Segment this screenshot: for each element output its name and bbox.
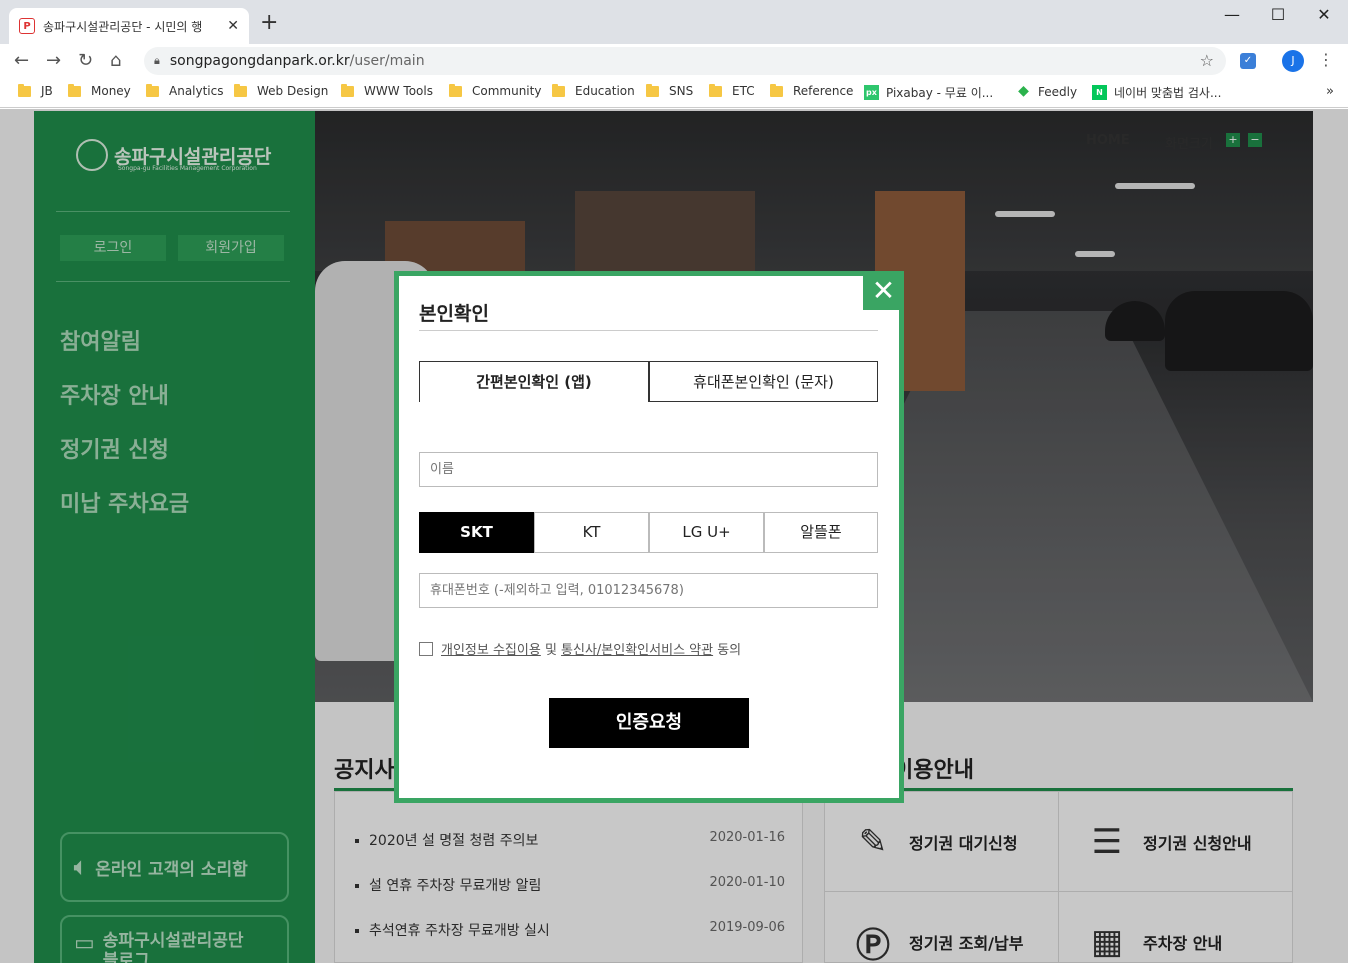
window-close-icon[interactable]: ✕: [1301, 4, 1347, 26]
naver-icon: N: [1092, 85, 1107, 100]
bookmark-folder[interactable]: Community: [449, 83, 541, 98]
carrier-lgu[interactable]: LG U+: [649, 512, 764, 553]
maximize-icon[interactable]: ☐: [1255, 4, 1301, 26]
minimize-icon[interactable]: —: [1209, 4, 1255, 26]
identity-verification-modal: 본인확인 간편본인확인 (앱) 휴대폰본인확인 (문자) SKT KT LG U…: [394, 271, 904, 803]
folder-icon: [709, 83, 722, 97]
bookmark-folder[interactable]: Education: [552, 83, 635, 98]
bookmark-folder[interactable]: JB: [18, 83, 53, 98]
bookmark-pixabay[interactable]: px Pixabay - 무료 이...: [864, 84, 993, 101]
reload-icon[interactable]: ↻: [78, 50, 93, 72]
folder-icon: [449, 83, 462, 97]
modal-close-button[interactable]: ✕: [863, 271, 904, 310]
bookmark-folder[interactable]: Web Design: [234, 83, 328, 98]
divider: [419, 330, 878, 331]
browser-titlebar: P 송파구시설관리공단 - 시민의 행 ✕ + — ☐ ✕: [0, 0, 1348, 44]
agree-suffix: 동의: [713, 643, 742, 658]
folder-icon: [552, 83, 565, 97]
home-icon[interactable]: ⌂: [110, 50, 121, 72]
url-host: songpagongdanpark.or.kr: [169, 53, 350, 69]
site-favicon-icon: P: [19, 18, 35, 34]
bookmarks-overflow-icon[interactable]: »: [1326, 84, 1334, 99]
extension-icon[interactable]: ✓: [1240, 53, 1256, 69]
carrier-skt[interactable]: SKT: [419, 512, 534, 553]
agree-checkbox[interactable]: [419, 641, 433, 656]
back-icon[interactable]: ←: [14, 50, 29, 72]
bookmark-folder[interactable]: Analytics: [146, 83, 224, 98]
folder-icon: [18, 83, 31, 97]
bookmark-folder[interactable]: Money: [68, 83, 131, 98]
folder-icon: [770, 83, 783, 97]
tab-title: 송파구시설관리공단 - 시민의 행: [43, 19, 203, 34]
modal-title: 본인확인: [419, 303, 489, 325]
request-verification-button[interactable]: 인증요청: [549, 698, 749, 748]
browser-toolbar: ← → ↻ ⌂ 🔒︎ songpagongdanpark.or.kr /user…: [0, 44, 1348, 78]
browser-tab[interactable]: P 송파구시설관리공단 - 시민의 행 ✕: [9, 8, 249, 44]
tab-close-icon[interactable]: ✕: [227, 18, 239, 34]
browser-menu-icon[interactable]: ⋮: [1318, 50, 1334, 69]
privacy-terms-link[interactable]: 개인정보 수집이용: [441, 639, 541, 658]
url-path: /user/main: [349, 53, 425, 69]
carrier-mvno[interactable]: 알뜰폰: [764, 512, 878, 553]
new-tab-button[interactable]: +: [260, 12, 278, 34]
carrier-terms-link[interactable]: 통신사/본인확인서비스 약관: [561, 639, 713, 658]
forward-icon[interactable]: →: [46, 50, 61, 72]
bookmark-naver[interactable]: N 네이버 맞춤법 검사...: [1092, 84, 1221, 101]
pixabay-icon: px: [864, 85, 879, 100]
feedly-icon: ◆: [1018, 83, 1029, 99]
carrier-kt[interactable]: KT: [534, 512, 649, 553]
lock-icon: 🔒︎: [154, 54, 160, 67]
tab-sms-verification[interactable]: 휴대폰본인확인 (문자): [649, 361, 878, 402]
profile-avatar[interactable]: J: [1282, 50, 1304, 72]
bookmark-folder[interactable]: WWW Tools: [341, 83, 433, 98]
phone-input[interactable]: [419, 573, 878, 608]
bookmark-feedly[interactable]: ◆ Feedly: [1016, 84, 1077, 99]
folder-icon: [341, 83, 354, 97]
agree-connector: 및: [540, 643, 562, 658]
bookmark-folder[interactable]: ETC: [709, 83, 755, 98]
folder-icon: [68, 83, 81, 97]
folder-icon: [646, 83, 659, 97]
bookmark-folder[interactable]: SNS: [646, 83, 693, 98]
bookmark-star-icon[interactable]: ☆: [1200, 51, 1214, 70]
name-input[interactable]: [419, 452, 878, 487]
folder-icon: [234, 83, 247, 97]
tab-app-verification[interactable]: 간편본인확인 (앱): [419, 361, 649, 402]
bookmark-folder[interactable]: Reference: [770, 83, 853, 98]
folder-icon: [146, 83, 159, 97]
bookmarks-bar: JB Money Analytics Web Design WWW Tools …: [0, 78, 1348, 108]
address-bar[interactable]: 🔒︎ songpagongdanpark.or.kr /user/main ☆: [144, 47, 1226, 75]
agreement-row: 개인정보 수집이용 및 통신사/본인확인서비스 약관 동의: [419, 639, 741, 658]
